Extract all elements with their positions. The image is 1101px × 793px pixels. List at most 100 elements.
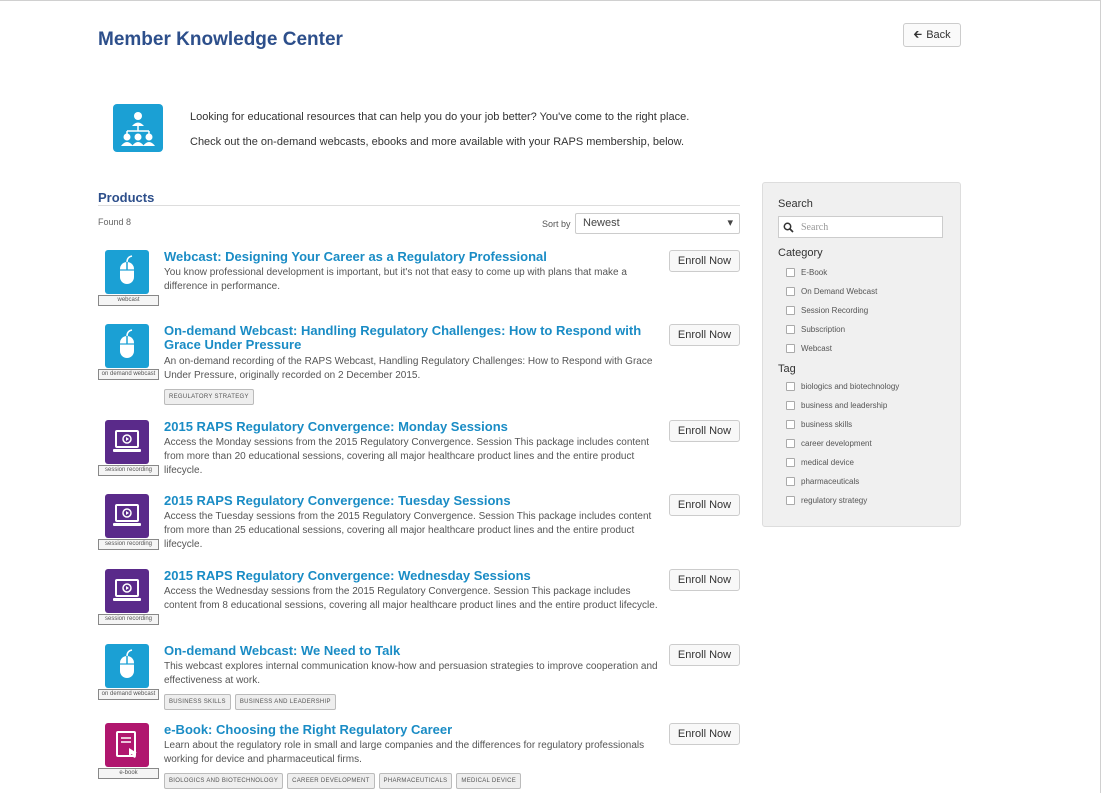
product-thumbnail[interactable]: e-book (98, 723, 159, 781)
sort-select[interactable]: Newest ▾ (575, 213, 740, 234)
checkbox-icon[interactable] (786, 287, 795, 296)
checkbox-icon[interactable] (786, 344, 795, 353)
product-thumbnail[interactable]: on demand webcast (98, 644, 159, 702)
product-title-link[interactable]: On-demand Webcast: Handling Regulatory C… (164, 324, 654, 352)
search-input[interactable]: Search (778, 216, 943, 238)
sort-value: Newest (583, 217, 620, 229)
category-label: E-Book (801, 268, 828, 277)
product-type-caption: on demand webcast (98, 689, 159, 700)
checkbox-icon[interactable] (786, 477, 795, 486)
product-tags: BUSINESS SKILLS BUSINESS AND LEADERSHIP (164, 694, 336, 710)
enroll-now-button[interactable]: Enroll Now (669, 569, 740, 591)
checkbox-icon[interactable] (786, 325, 795, 334)
product-type-caption: session recording (98, 539, 159, 550)
category-checkbox[interactable]: E-Book (786, 268, 827, 277)
search-icon (779, 222, 797, 233)
tag-checkbox[interactable]: business skills (786, 420, 852, 429)
page-title: Member Knowledge Center (98, 29, 343, 50)
enroll-now-button[interactable]: Enroll Now (669, 644, 740, 666)
enroll-now-button[interactable]: Enroll Now (669, 494, 740, 516)
tag-badge[interactable]: PHARMACEUTICALS (378, 773, 453, 789)
checkbox-icon[interactable] (786, 458, 795, 467)
tag-label: pharmaceuticals (801, 477, 860, 486)
product-thumbnail[interactable]: on demand webcast (98, 324, 159, 382)
product-thumbnail[interactable]: session recording (98, 569, 159, 627)
filter-sidebar: Search Search Category E-Book On Demand W… (762, 182, 961, 527)
product-thumbnail[interactable]: session recording (98, 420, 159, 478)
product-description: An on-demand recording of the RAPS Webca… (164, 356, 653, 381)
product-thumbnail[interactable]: session recording (98, 494, 159, 552)
tag-badge[interactable]: REGULATORY STRATEGY (164, 389, 254, 405)
ebook-icon (105, 723, 149, 767)
search-heading: Search (778, 198, 813, 210)
laptop-play-icon (105, 569, 149, 613)
sort-label: Sort by (542, 219, 571, 229)
category-label: Subscription (801, 325, 846, 334)
tag-checkbox[interactable]: regulatory strategy (786, 496, 867, 505)
mouse-icon (105, 644, 149, 688)
intro-text: Looking for educational resources that c… (190, 105, 689, 155)
category-label: On Demand Webcast (801, 287, 878, 296)
checkbox-icon[interactable] (786, 496, 795, 505)
checkbox-icon[interactable] (786, 420, 795, 429)
tag-heading: Tag (778, 363, 796, 375)
enroll-now-button[interactable]: Enroll Now (669, 324, 740, 346)
tag-checkbox[interactable]: medical device (786, 458, 854, 467)
tag-label: business and leadership (801, 401, 888, 410)
enroll-now-button[interactable]: Enroll Now (669, 723, 740, 745)
category-checkbox[interactable]: Subscription (786, 325, 845, 334)
dropdown-arrow-icon: ▾ (727, 217, 733, 229)
tag-badge[interactable]: BUSINESS AND LEADERSHIP (234, 694, 336, 710)
product-title-link[interactable]: 2015 RAPS Regulatory Convergence: Monday… (164, 420, 654, 434)
divider (98, 205, 740, 206)
intro-line-2: Check out the on-demand webcasts, ebooks… (190, 136, 685, 148)
tag-label: career development (801, 439, 872, 448)
tag-checkbox[interactable]: pharmaceuticals (786, 477, 859, 486)
tag-badge[interactable]: CAREER DEVELOPMENT (287, 773, 375, 789)
products-heading: Products (98, 190, 155, 205)
search-placeholder: Search (801, 221, 829, 233)
laptop-play-icon (105, 494, 149, 538)
category-checkbox[interactable]: Webcast (786, 344, 832, 353)
tag-badge[interactable]: BUSINESS SKILLS (164, 694, 231, 710)
laptop-play-icon (105, 420, 149, 464)
checkbox-icon[interactable] (786, 268, 795, 277)
tag-label: business skills (801, 420, 853, 429)
product-title-link[interactable]: Webcast: Designing Your Career as a Regu… (164, 250, 654, 264)
checkbox-icon[interactable] (786, 382, 795, 391)
tag-badge[interactable]: BIOLOGICS AND BIOTECHNOLOGY (164, 773, 284, 789)
tag-label: biologics and biotechnology (801, 382, 900, 391)
product-tags: REGULATORY STRATEGY (164, 389, 254, 405)
product-description: Access the Tuesday sessions from the 201… (164, 511, 652, 550)
tag-checkbox[interactable]: biologics and biotechnology (786, 382, 899, 391)
network-people-icon (113, 104, 163, 152)
enroll-now-button[interactable]: Enroll Now (669, 420, 740, 442)
product-tags: BIOLOGICS AND BIOTECHNOLOGY CAREER DEVELO… (164, 773, 522, 789)
category-label: Webcast (801, 344, 832, 353)
product-description: Access the Wednesday sessions from the 2… (164, 586, 658, 611)
category-checkbox[interactable]: Session Recording (786, 306, 868, 315)
tag-badge[interactable]: MEDICAL DEVICE (456, 773, 522, 789)
checkbox-icon[interactable] (786, 401, 795, 410)
checkbox-icon[interactable] (786, 439, 795, 448)
mouse-icon (105, 250, 149, 294)
back-button[interactable]: 🡰 Back (903, 23, 961, 47)
product-description: You know professional development is imp… (164, 267, 627, 292)
arrow-left-icon: 🡰 (913, 28, 923, 41)
product-title-link[interactable]: On-demand Webcast: We Need to Talk (164, 644, 654, 658)
product-description: Learn about the regulatory role in small… (164, 740, 645, 765)
tag-label: regulatory strategy (801, 496, 868, 505)
enroll-now-button[interactable]: Enroll Now (669, 250, 740, 272)
product-thumbnail[interactable]: webcast (98, 250, 159, 308)
intro-line-1: Looking for educational resources that c… (190, 111, 690, 123)
product-title-link[interactable]: 2015 RAPS Regulatory Convergence: Wednes… (164, 569, 654, 583)
tag-label: medical device (801, 458, 854, 467)
product-type-caption: session recording (98, 465, 159, 476)
product-title-link[interactable]: e-Book: Choosing the Right Regulatory Ca… (164, 723, 654, 737)
tag-checkbox[interactable]: business and leadership (786, 401, 887, 410)
category-checkbox[interactable]: On Demand Webcast (786, 287, 877, 296)
tag-checkbox[interactable]: career development (786, 439, 872, 448)
checkbox-icon[interactable] (786, 306, 795, 315)
mouse-icon (105, 324, 149, 368)
product-title-link[interactable]: 2015 RAPS Regulatory Convergence: Tuesda… (164, 494, 654, 508)
